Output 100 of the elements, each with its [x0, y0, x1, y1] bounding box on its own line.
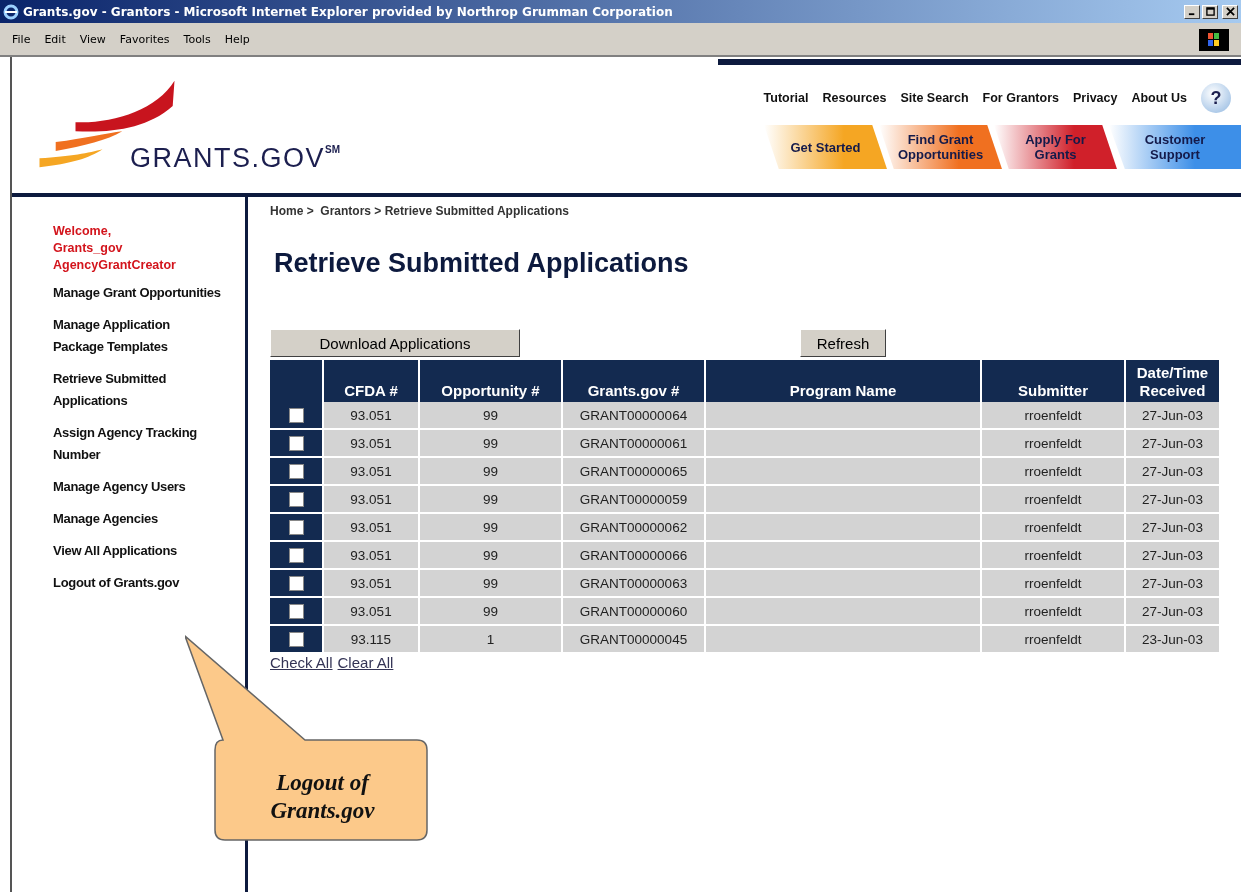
table-cell: 27-Jun-03 — [1125, 402, 1219, 429]
table-cell: GRANT00000060 — [562, 597, 705, 625]
sidebar-link[interactable]: Manage Agency Users — [53, 476, 249, 498]
table-cell: GRANT00000062 — [562, 513, 705, 541]
table-cell: GRANT00000045 — [562, 625, 705, 653]
top-link[interactable]: For Grantors — [982, 91, 1059, 105]
table-cell: 99 — [419, 513, 562, 541]
welcome-message: Welcome, Grants_gov AgencyGrantCreator — [53, 223, 177, 274]
row-checkbox[interactable] — [288, 575, 304, 591]
table-cell: GRANT00000064 — [562, 402, 705, 429]
top-link[interactable]: Resources — [822, 91, 887, 105]
row-checkbox[interactable] — [288, 519, 304, 535]
table-cell: 99 — [419, 597, 562, 625]
menu-item[interactable]: Edit — [38, 32, 74, 46]
table-cell: rroenfeldt — [981, 625, 1125, 653]
table-link[interactable]: Check All — [270, 654, 333, 671]
table-cell: rroenfeldt — [981, 513, 1125, 541]
top-link[interactable]: Privacy — [1072, 91, 1118, 105]
table-cell: rroenfeldt — [981, 457, 1125, 485]
table-cell: GRANT00000065 — [562, 457, 705, 485]
table-link[interactable]: Clear All — [337, 654, 394, 671]
menu-item[interactable]: View — [73, 32, 114, 46]
column-header: Submitter — [981, 360, 1125, 402]
maximize-button[interactable] — [1202, 4, 1218, 19]
menu-item[interactable]: File — [6, 32, 39, 46]
top-link[interactable]: Tutorial — [763, 91, 809, 105]
row-checkbox[interactable] — [288, 491, 304, 507]
table-cell: 1 — [419, 625, 562, 653]
table-cell: GRANT00000061 — [562, 429, 705, 457]
row-checkbox[interactable] — [288, 435, 304, 451]
sidebar-link[interactable]: Retrieve Submitted Applications — [53, 368, 203, 412]
table-cell: 93.115 — [323, 625, 419, 653]
refresh-button[interactable]: Refresh — [800, 329, 886, 357]
minimize-button[interactable] — [1184, 4, 1200, 19]
column-header: Date/Time Received — [1125, 360, 1219, 402]
table-cell: 93.051 — [323, 402, 419, 429]
table-cell: 99 — [419, 429, 562, 457]
table-cell: 93.051 — [323, 541, 419, 569]
table-cell: 93.051 — [323, 597, 419, 625]
table-cell: 99 — [419, 402, 562, 429]
row-checkbox[interactable] — [288, 547, 304, 563]
menu-item[interactable]: Favorites — [113, 32, 178, 46]
column-header: CFDA # — [323, 360, 419, 402]
sidebar-link[interactable]: Assign Agency Tracking Number — [53, 422, 203, 466]
table-cell: 93.051 — [323, 513, 419, 541]
close-button[interactable] — [1222, 4, 1238, 19]
table-cell: rroenfeldt — [981, 485, 1125, 513]
windows-logo-icon — [1199, 29, 1229, 51]
table-cell: rroenfeldt — [981, 597, 1125, 625]
table-cell: 99 — [419, 541, 562, 569]
table-cell: 27-Jun-03 — [1125, 541, 1219, 569]
sidebar-link[interactable]: Manage Agencies — [53, 508, 249, 530]
sidebar-link[interactable]: Manage Grant Opportunities — [53, 282, 249, 304]
table-cell: GRANT00000059 — [562, 485, 705, 513]
table-cell: 27-Jun-03 — [1125, 485, 1219, 513]
sidebar-link[interactable]: Manage Application Package Templates — [53, 314, 203, 358]
row-checkbox[interactable] — [288, 631, 304, 647]
maximize-icon — [1205, 7, 1215, 16]
table-cell: rroenfeldt — [981, 569, 1125, 597]
table-cell: 93.051 — [323, 485, 419, 513]
table-cell: 27-Jun-03 — [1125, 429, 1219, 457]
row-checkbox[interactable] — [288, 463, 304, 479]
help-button[interactable]: ? — [1201, 83, 1231, 113]
column-header: Opportunity # — [419, 360, 562, 402]
table-cell: 99 — [419, 569, 562, 597]
menu-item[interactable]: Tools — [177, 32, 219, 46]
breadcrumb: Home > Grantors > Retrieve Submitted Applications — [270, 204, 570, 218]
nav-tab[interactable]: Customer Support — [1109, 125, 1241, 169]
callout-text: Logout of Grants.gov — [269, 769, 376, 825]
top-link[interactable]: Site Search — [900, 91, 969, 105]
nav-tab[interactable]: Apply For Grants — [994, 125, 1117, 169]
table-cell: 99 — [419, 485, 562, 513]
table-cell: rroenfeldt — [981, 402, 1125, 429]
nav-tab[interactable]: Get Started — [764, 125, 887, 169]
table-cell: 93.051 — [323, 569, 419, 597]
page-title: Retrieve Submitted Applications — [274, 248, 690, 279]
table-cell: rroenfeldt — [981, 429, 1125, 457]
table-cell: 27-Jun-03 — [1125, 597, 1219, 625]
table-cell: 93.051 — [323, 457, 419, 485]
row-checkbox[interactable] — [288, 407, 304, 423]
table-cell: 99 — [419, 457, 562, 485]
logo-text: GRANTS.GOV$^{SM}$ — [130, 143, 341, 174]
table-cell: 27-Jun-03 — [1125, 513, 1219, 541]
table-cell: GRANT00000063 — [562, 569, 705, 597]
table-cell: rroenfeldt — [981, 541, 1125, 569]
window-title: Grants.gov - Grantors - Microsoft Internet Explorer provided by Northrop Grumman Corporation — [23, 4, 674, 19]
table-cell: 27-Jun-03 — [1125, 569, 1219, 597]
menu-item[interactable]: Help — [218, 32, 258, 46]
table-cell: 27-Jun-03 — [1125, 457, 1219, 485]
row-checkbox[interactable] — [288, 603, 304, 619]
column-header: Program Name — [705, 360, 981, 402]
download-button[interactable]: Download Applications — [270, 329, 520, 357]
nav-tab[interactable]: Find Grant Opportunities — [879, 125, 1002, 169]
sidebar-link[interactable]: Logout of Grants.gov — [53, 572, 249, 594]
top-link[interactable]: About Us — [1131, 91, 1187, 105]
table-cell: 23-Jun-03 — [1125, 625, 1219, 653]
close-icon — [1225, 7, 1235, 16]
table-cell: GRANT00000066 — [562, 541, 705, 569]
browser-icon — [3, 3, 19, 20]
sidebar-link[interactable]: View All Applications — [53, 540, 249, 562]
